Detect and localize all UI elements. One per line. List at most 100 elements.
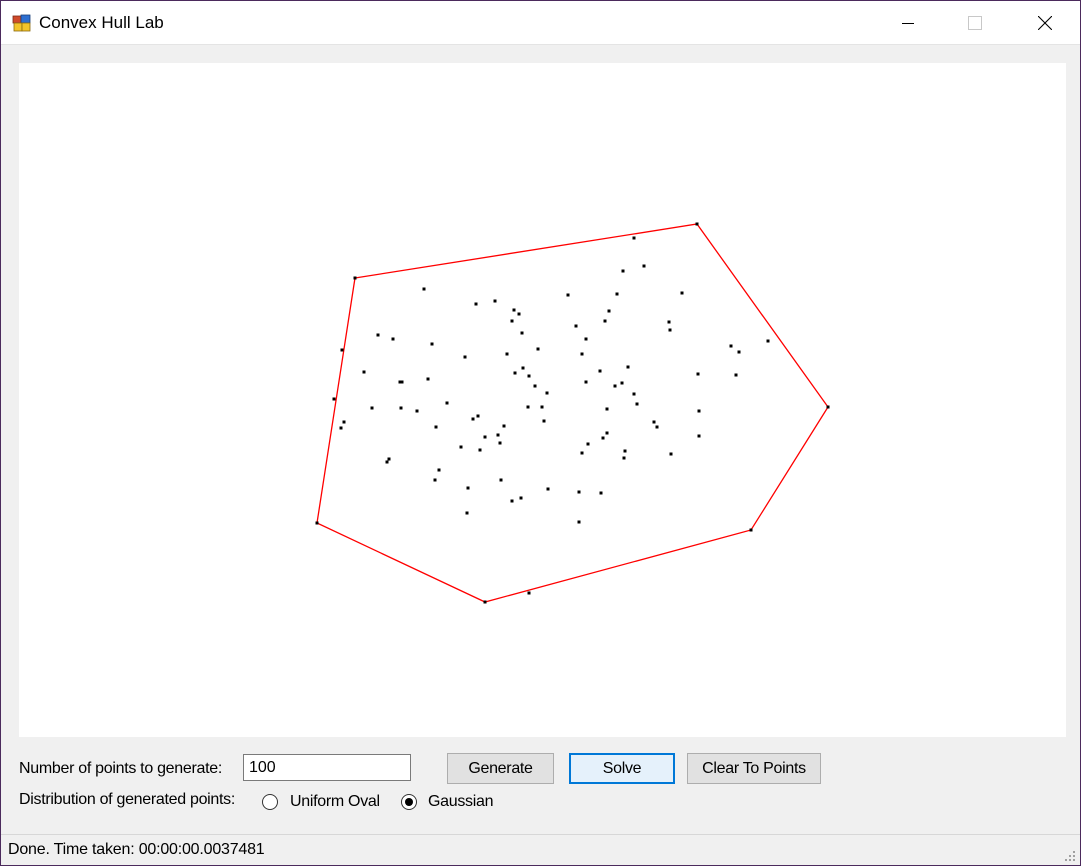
- generate-button[interactable]: Generate: [447, 753, 554, 784]
- scatter-point: [342, 420, 346, 424]
- radio-selected-dot: [405, 798, 413, 806]
- windows-forms-app-icon: [12, 14, 31, 32]
- scatter-point: [533, 384, 537, 388]
- scatter-point: [332, 397, 336, 401]
- close-icon: [1038, 16, 1052, 30]
- scatter-point: [502, 424, 506, 428]
- resize-grip-icon[interactable]: [1062, 848, 1076, 862]
- scatter-point: [466, 486, 470, 490]
- scatter-point: [483, 435, 487, 439]
- hull-layer: [316, 223, 829, 603]
- scatter-point: [499, 478, 503, 482]
- points-count-input[interactable]: 100: [243, 754, 411, 781]
- scatter-point: [577, 520, 581, 524]
- scatter-point: [632, 392, 636, 396]
- scatter-point: [626, 365, 630, 369]
- minimize-icon: [902, 23, 914, 24]
- scatter-point: [696, 372, 700, 376]
- radio-gaussian[interactable]: [401, 794, 417, 810]
- solve-button[interactable]: Solve: [569, 753, 675, 784]
- scatter-point: [463, 355, 467, 359]
- radio-uniform-oval[interactable]: [262, 794, 278, 810]
- scatter-point: [598, 369, 602, 373]
- scatter-point: [493, 299, 497, 303]
- scatter-point: [399, 406, 403, 410]
- scatter-point: [496, 433, 500, 437]
- scatter-point: [623, 449, 627, 453]
- scatter-point: [655, 425, 659, 429]
- scatter-point: [603, 319, 607, 323]
- scatter-point: [517, 312, 521, 316]
- scatter-point: [540, 405, 544, 409]
- scatter-point: [635, 402, 639, 406]
- scatter-point: [729, 344, 733, 348]
- status-bar: Done. Time taken: 00:00:00.0037481: [1, 834, 1080, 865]
- scatter-point: [340, 348, 344, 352]
- title-bar[interactable]: Convex Hull Lab: [1, 1, 1080, 45]
- scatter-point: [527, 374, 531, 378]
- scatter-point: [474, 302, 478, 306]
- scatter-point: [697, 409, 701, 413]
- minimize-button[interactable]: [873, 1, 943, 45]
- scatter-point: [577, 490, 581, 494]
- scatter-point: [607, 309, 611, 313]
- maximize-icon: [968, 16, 982, 30]
- scatter-point: [605, 407, 609, 411]
- scatter-point: [695, 222, 699, 226]
- scatter-point: [459, 445, 463, 449]
- scatter-point: [513, 371, 517, 375]
- scatter-point: [445, 401, 449, 405]
- distribution-label: Distribution of generated points:: [19, 791, 236, 808]
- scatter-point: [599, 491, 603, 495]
- scatter-point: [584, 337, 588, 341]
- status-text: Done. Time taken: 00:00:00.0037481: [8, 841, 265, 858]
- scatter-point: [605, 431, 609, 435]
- window-title: Convex Hull Lab: [39, 13, 164, 32]
- scatter-point: [749, 528, 753, 532]
- scatter-point: [315, 521, 319, 525]
- scatter-point: [667, 320, 671, 324]
- scatter-point: [580, 352, 584, 356]
- scatter-point: [370, 406, 374, 410]
- scatter-point: [734, 373, 738, 377]
- scatter-point: [521, 366, 525, 370]
- scatter-point: [536, 347, 540, 351]
- scatter-point: [545, 391, 549, 395]
- scatter-point: [430, 342, 434, 346]
- scatter-point: [621, 269, 625, 273]
- scatter-point: [465, 511, 469, 515]
- scatter-point: [584, 380, 588, 384]
- radio-uniform-oval-label[interactable]: Uniform Oval: [290, 793, 380, 811]
- scatter-point: [437, 468, 441, 472]
- scatter-point: [422, 287, 426, 291]
- scatter-point: [415, 409, 419, 413]
- scatter-point: [426, 377, 430, 381]
- scatter-point: [542, 419, 546, 423]
- scatter-point: [385, 460, 389, 464]
- scatter-point: [527, 591, 531, 595]
- clear-to-points-button[interactable]: Clear To Points: [687, 753, 821, 784]
- scatter-point: [669, 452, 673, 456]
- close-button[interactable]: [1010, 1, 1080, 45]
- radio-gaussian-label[interactable]: Gaussian: [428, 793, 494, 811]
- scatter-point: [433, 478, 437, 482]
- scatter-point: [622, 456, 626, 460]
- points-layer: [315, 222, 830, 604]
- scatter-point: [471, 417, 475, 421]
- maximize-button[interactable]: [940, 1, 1010, 45]
- scatter-point: [613, 384, 617, 388]
- scatter-point: [510, 499, 514, 503]
- scatter-point: [510, 319, 514, 323]
- scatter-point: [376, 333, 380, 337]
- scatter-point: [353, 276, 357, 280]
- scatter-point: [526, 405, 530, 409]
- scatter-point: [546, 487, 550, 491]
- scatter-point: [642, 264, 646, 268]
- drawing-canvas[interactable]: [19, 63, 1066, 737]
- scatter-point: [586, 442, 590, 446]
- convex-hull-plot: [315, 222, 830, 604]
- scatter-point: [498, 441, 502, 445]
- scatter-point: [580, 451, 584, 455]
- scatter-point: [615, 292, 619, 296]
- scatter-point: [400, 380, 404, 384]
